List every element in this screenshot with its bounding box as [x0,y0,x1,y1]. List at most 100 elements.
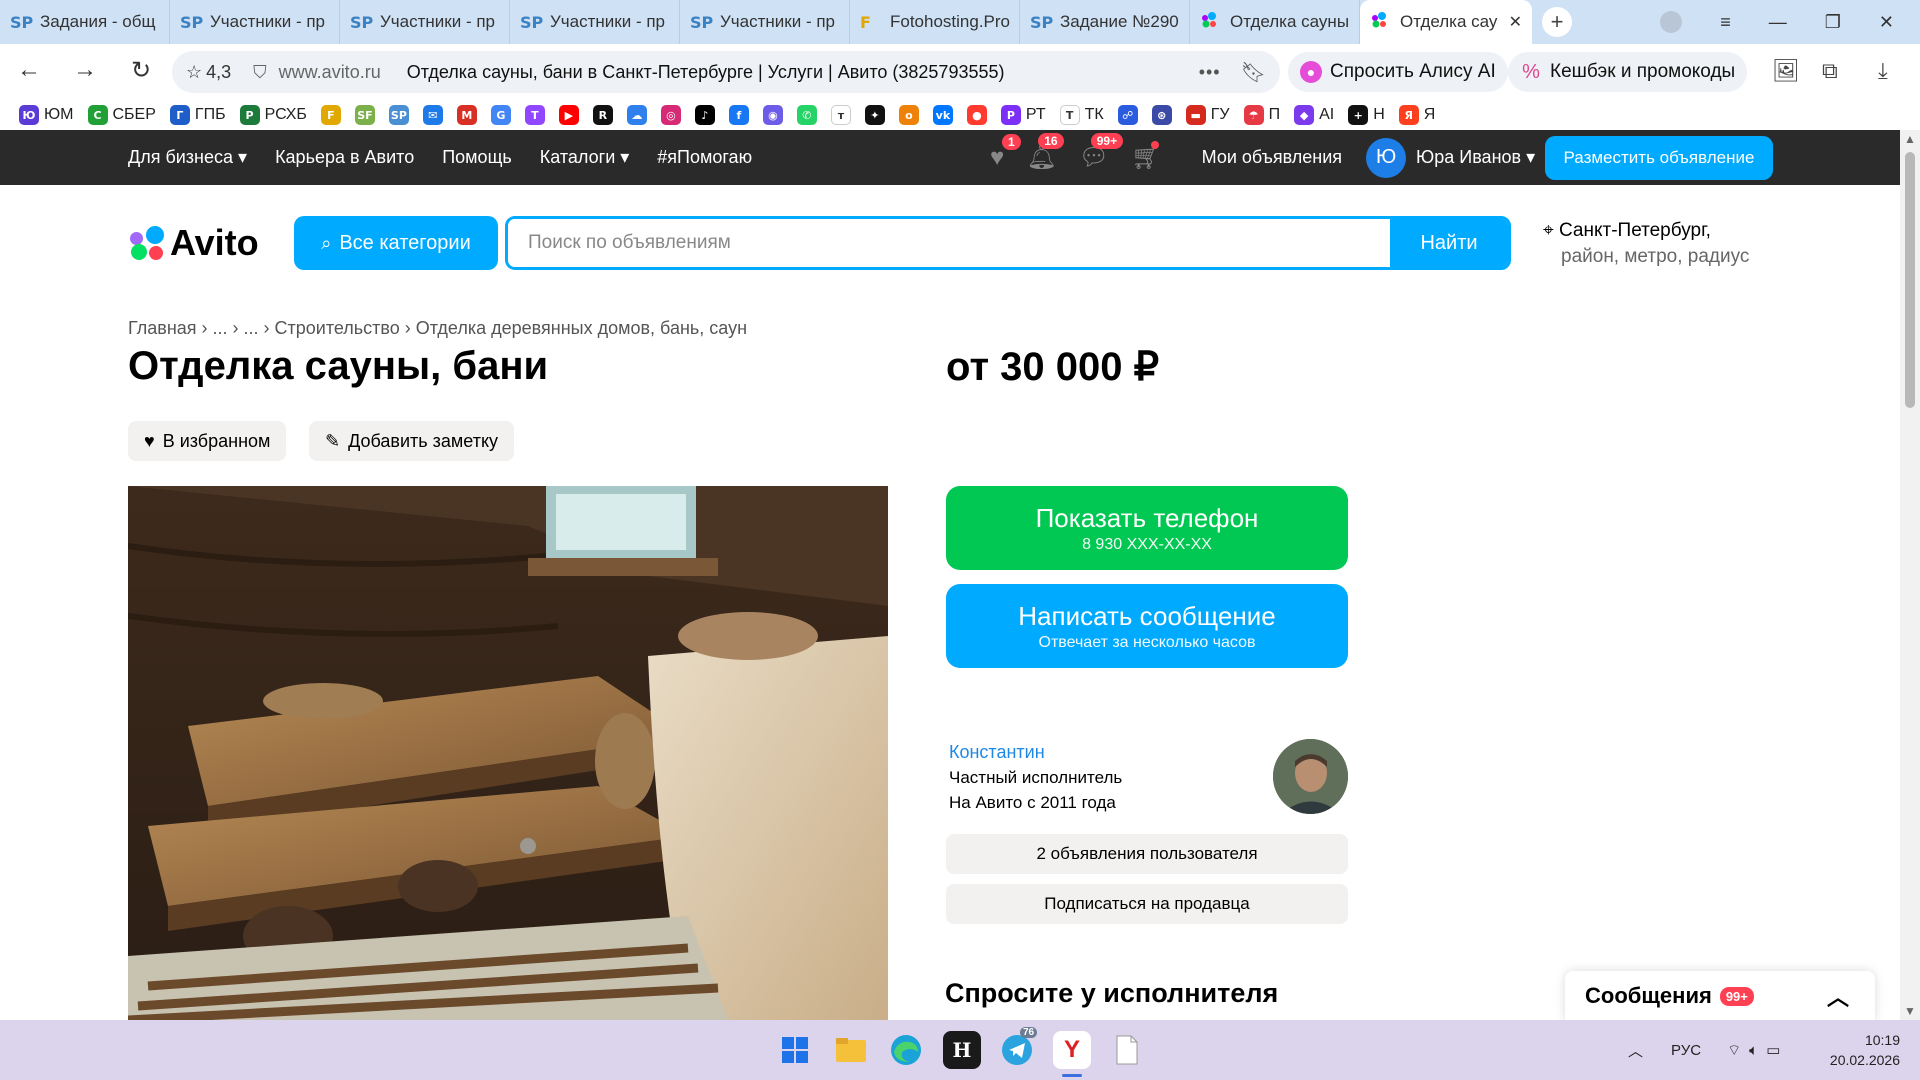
search-button[interactable]: Найти [1390,219,1508,267]
back-icon[interactable]: ← [4,56,54,84]
volume-icon[interactable]: 🔈︎ [1749,1042,1758,1059]
bookmark-item[interactable]: ✆ [794,101,820,129]
bookmark-item[interactable]: ☁ [624,101,650,129]
bookmark-item[interactable]: т [828,101,854,129]
bookmark-item[interactable]: ◎ [658,101,684,129]
bookmark-item[interactable]: Г ГПБ [167,101,229,129]
bookmark-item[interactable]: + Н [1345,101,1388,129]
file-explorer-icon[interactable] [832,1031,870,1069]
bookmark-item[interactable]: SP [386,101,412,129]
document-icon[interactable] [1108,1031,1146,1069]
browser-tab[interactable]: SP Участники - пр [340,0,510,44]
address-bar[interactable]: ☆ 4,3 ⛉ www.avito.ru Отделка сауны, бани… [172,51,1280,93]
seller-avatar[interactable] [1273,739,1348,814]
bookmark-item[interactable]: M [454,101,480,129]
h-app-icon[interactable]: H [943,1031,981,1069]
breadcrumb[interactable]: Главная › ... › ... › Строительство › От… [128,318,747,339]
windows-start-icon[interactable] [776,1031,814,1069]
browser-tab[interactable]: SP Задания - общ [0,0,170,44]
wifi-icon[interactable]: ⌔ [1727,1041,1741,1060]
notifications-bell-icon[interactable]: 🔔︎ 16 [1026,133,1064,172]
browser-tab-active[interactable]: Отделка сау ✕ [1360,0,1532,44]
nav-career[interactable]: Карьера в Авито [275,147,414,168]
browser-tab[interactable]: Отделка сауны [1190,0,1360,44]
bookmark-item[interactable]: ✦ [862,101,888,129]
new-tab-button[interactable]: + [1542,7,1572,37]
bookmark-item[interactable]: ♪ [692,101,718,129]
user-avatar[interactable]: Ю [1366,137,1407,178]
browser-tab[interactable]: SP Задание №290 [1020,0,1190,44]
extensions-icon[interactable]: ⧉ [1822,58,1838,84]
browser-tab[interactable]: SP Участники - пр [170,0,340,44]
nav-catalogs[interactable]: Каталоги ▾ [540,147,630,168]
seller-name-link[interactable]: Константин [949,740,1122,765]
bookmark-item[interactable]: Ю ЮМ [16,101,77,129]
bookmark-item[interactable]: T [522,101,548,129]
nav-business[interactable]: Для бизнеса ▾ [128,147,247,168]
bookmark-item[interactable]: ☍ [1115,101,1141,129]
bookmark-item[interactable]: ✉ [420,101,446,129]
user-menu[interactable]: Юра Иванов ▾ [1416,147,1535,168]
ask-alice-button[interactable]: ● Спросить Алису AI [1288,52,1508,92]
avito-logo[interactable]: Avito [128,222,259,264]
show-phone-button[interactable]: Показать телефон 8 930 XXX-XX-XX [946,486,1348,570]
language-indicator[interactable]: РУС [1671,1042,1701,1059]
location-selector[interactable]: ⌖ Санкт-Петербург, район, метро, радиус [1543,218,1749,270]
more-icon[interactable]: ••• [1199,62,1221,83]
telegram-icon[interactable]: 76 [998,1027,1038,1069]
page-scrollbar[interactable]: ▲ ▼ [1900,130,1920,1020]
messages-widget[interactable]: Сообщения 99+ ︿ [1565,971,1875,1021]
all-categories-button[interactable]: ⌕ Все категории [294,216,498,270]
nav-i-help[interactable]: #яПомогаю [657,147,752,168]
cart-icon[interactable]: 🛒︎ [1131,141,1162,172]
bookmark-item[interactable]: ☂ П [1241,101,1284,129]
bookmark-item[interactable]: ⊛ [1149,101,1175,129]
bookmark-item[interactable]: P РТ [998,101,1049,129]
bookmark-item[interactable]: G [488,101,514,129]
search-input[interactable] [508,219,1390,267]
bookmark-item[interactable]: SF [352,101,378,129]
bookmark-item[interactable]: T ТК [1057,101,1107,129]
messages-chat-icon[interactable]: 💬︎ 99+ [1079,133,1124,172]
site-security-icon[interactable]: ⛉ [253,62,267,83]
bookmark-item[interactable]: ◉ [760,101,786,129]
bookmark-item[interactable]: f [726,101,752,129]
scrollbar-thumb[interactable] [1905,152,1915,408]
bookmark-item[interactable]: о [896,101,922,129]
my-ads-link[interactable]: Мои объявления [1202,147,1342,168]
image-icon[interactable]: 🖼︎ [1772,58,1800,84]
favorite-button[interactable]: ♥ В избранном [128,421,287,461]
bookmark-item[interactable]: vk [930,101,956,129]
tray-chevron-up-icon[interactable]: ︿ [1628,1040,1643,1061]
minimize-icon[interactable]: — [1769,12,1787,33]
forward-icon[interactable]: → [60,56,110,84]
browser-tab[interactable]: SP Участники - пр [510,0,680,44]
bookmark-item[interactable]: ЯЯ [1396,101,1439,129]
cashback-button[interactable]: % Кешбэк и промокоды [1508,52,1748,92]
post-ad-button[interactable]: Разместить объявление [1545,136,1773,180]
bookmark-item[interactable]: С СБЕР [85,101,159,129]
bookmark-icon[interactable]: 🔖︎ [1241,60,1266,85]
yandex-browser-icon[interactable]: Y [1053,1031,1091,1069]
nav-help[interactable]: Помощь [442,147,512,168]
bookmark-item[interactable]: ◆ AI [1291,101,1337,129]
write-message-button[interactable]: Написать сообщение Отвечает за несколько… [946,584,1348,668]
tab-close-icon[interactable]: ✕ [1509,12,1522,32]
close-icon[interactable]: ✕ [1879,12,1894,33]
add-note-button[interactable]: ✎ Добавить заметку [309,421,515,461]
download-icon[interactable]: ⤓ [1878,58,1888,84]
edge-browser-icon[interactable] [887,1031,925,1069]
bookmark-item[interactable]: ▶ [556,101,582,129]
seller-ads-button[interactable]: 2 объявления пользователя [946,834,1348,874]
restore-icon[interactable]: ❐ [1825,12,1841,33]
reload-icon[interactable]: ↻ [116,56,166,85]
scroll-up-icon[interactable]: ▲ [1904,132,1916,146]
bookmark-item[interactable]: ▬ ГУ [1183,101,1233,129]
taskbar-clock[interactable]: 10:19 20.02.2026 [1820,1030,1900,1070]
favorites-heart-icon[interactable]: ♥ 1 [990,133,1021,172]
battery-icon[interactable]: ▭ [1766,1041,1780,1059]
bookmark-item[interactable]: Р РСХБ [237,101,310,129]
profile-icon[interactable] [1660,11,1683,33]
browser-tab[interactable]: F Fotohosting.Pro [850,0,1020,44]
bookmark-item[interactable]: F [318,101,344,129]
